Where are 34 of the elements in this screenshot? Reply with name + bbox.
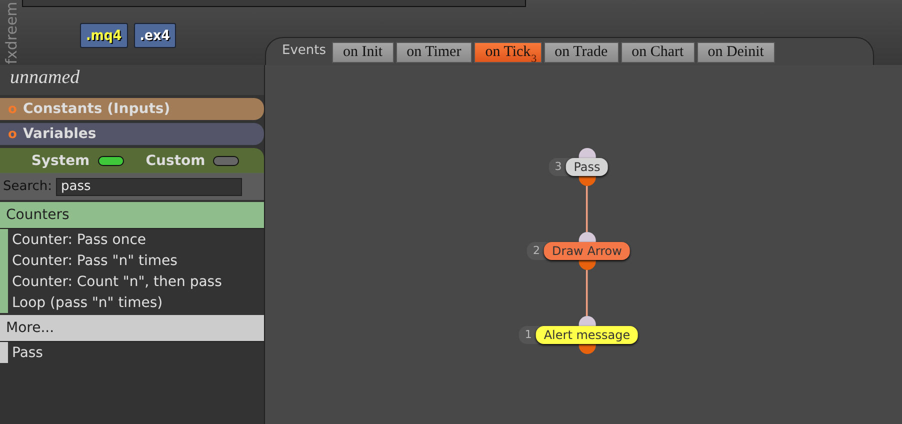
output-port[interactable] <box>578 344 596 354</box>
group-header[interactable]: Counters <box>0 202 264 229</box>
export-button[interactable]: .ex4 <box>134 23 176 48</box>
input-port[interactable] <box>578 316 596 326</box>
toggle-label: System <box>31 152 90 168</box>
connector-line <box>586 186 588 232</box>
flow-node[interactable]: Draw Arrow <box>544 242 630 260</box>
group-header[interactable]: More... <box>0 315 264 342</box>
output-port[interactable] <box>578 176 596 186</box>
toggle-switch[interactable] <box>98 156 124 166</box>
events-label: Events <box>282 43 326 58</box>
section-header[interactable]: o Variables <box>0 123 264 145</box>
input-port[interactable] <box>578 232 596 242</box>
project-name: unnamed <box>0 65 264 95</box>
section-label: Constants (Inputs) <box>22 101 170 117</box>
toggle-switch[interactable] <box>213 156 240 166</box>
logo-text: fxdreem <box>2 1 20 64</box>
search-label: Search: <box>3 179 52 194</box>
export-button[interactable]: .mq4 <box>80 23 128 48</box>
event-tab[interactable]: on Chart <box>620 42 695 63</box>
flow-node[interactable]: Pass <box>566 158 608 176</box>
output-port[interactable] <box>578 260 596 270</box>
event-tab[interactable]: on Trade <box>544 42 619 63</box>
toggle-label: Custom <box>146 152 206 168</box>
event-tab[interactable]: on Init <box>332 42 394 63</box>
event-tab[interactable]: on Deinit <box>696 42 775 63</box>
flow-node[interactable]: Alert message <box>536 326 638 344</box>
connector-line <box>586 270 588 316</box>
input-port[interactable] <box>578 148 596 158</box>
section-label: Variables <box>22 126 96 142</box>
section-marker: o <box>8 126 17 142</box>
section-marker: o <box>8 102 17 116</box>
search-field[interactable]: pass <box>56 178 242 196</box>
event-tab[interactable]: on Timer <box>396 42 472 63</box>
